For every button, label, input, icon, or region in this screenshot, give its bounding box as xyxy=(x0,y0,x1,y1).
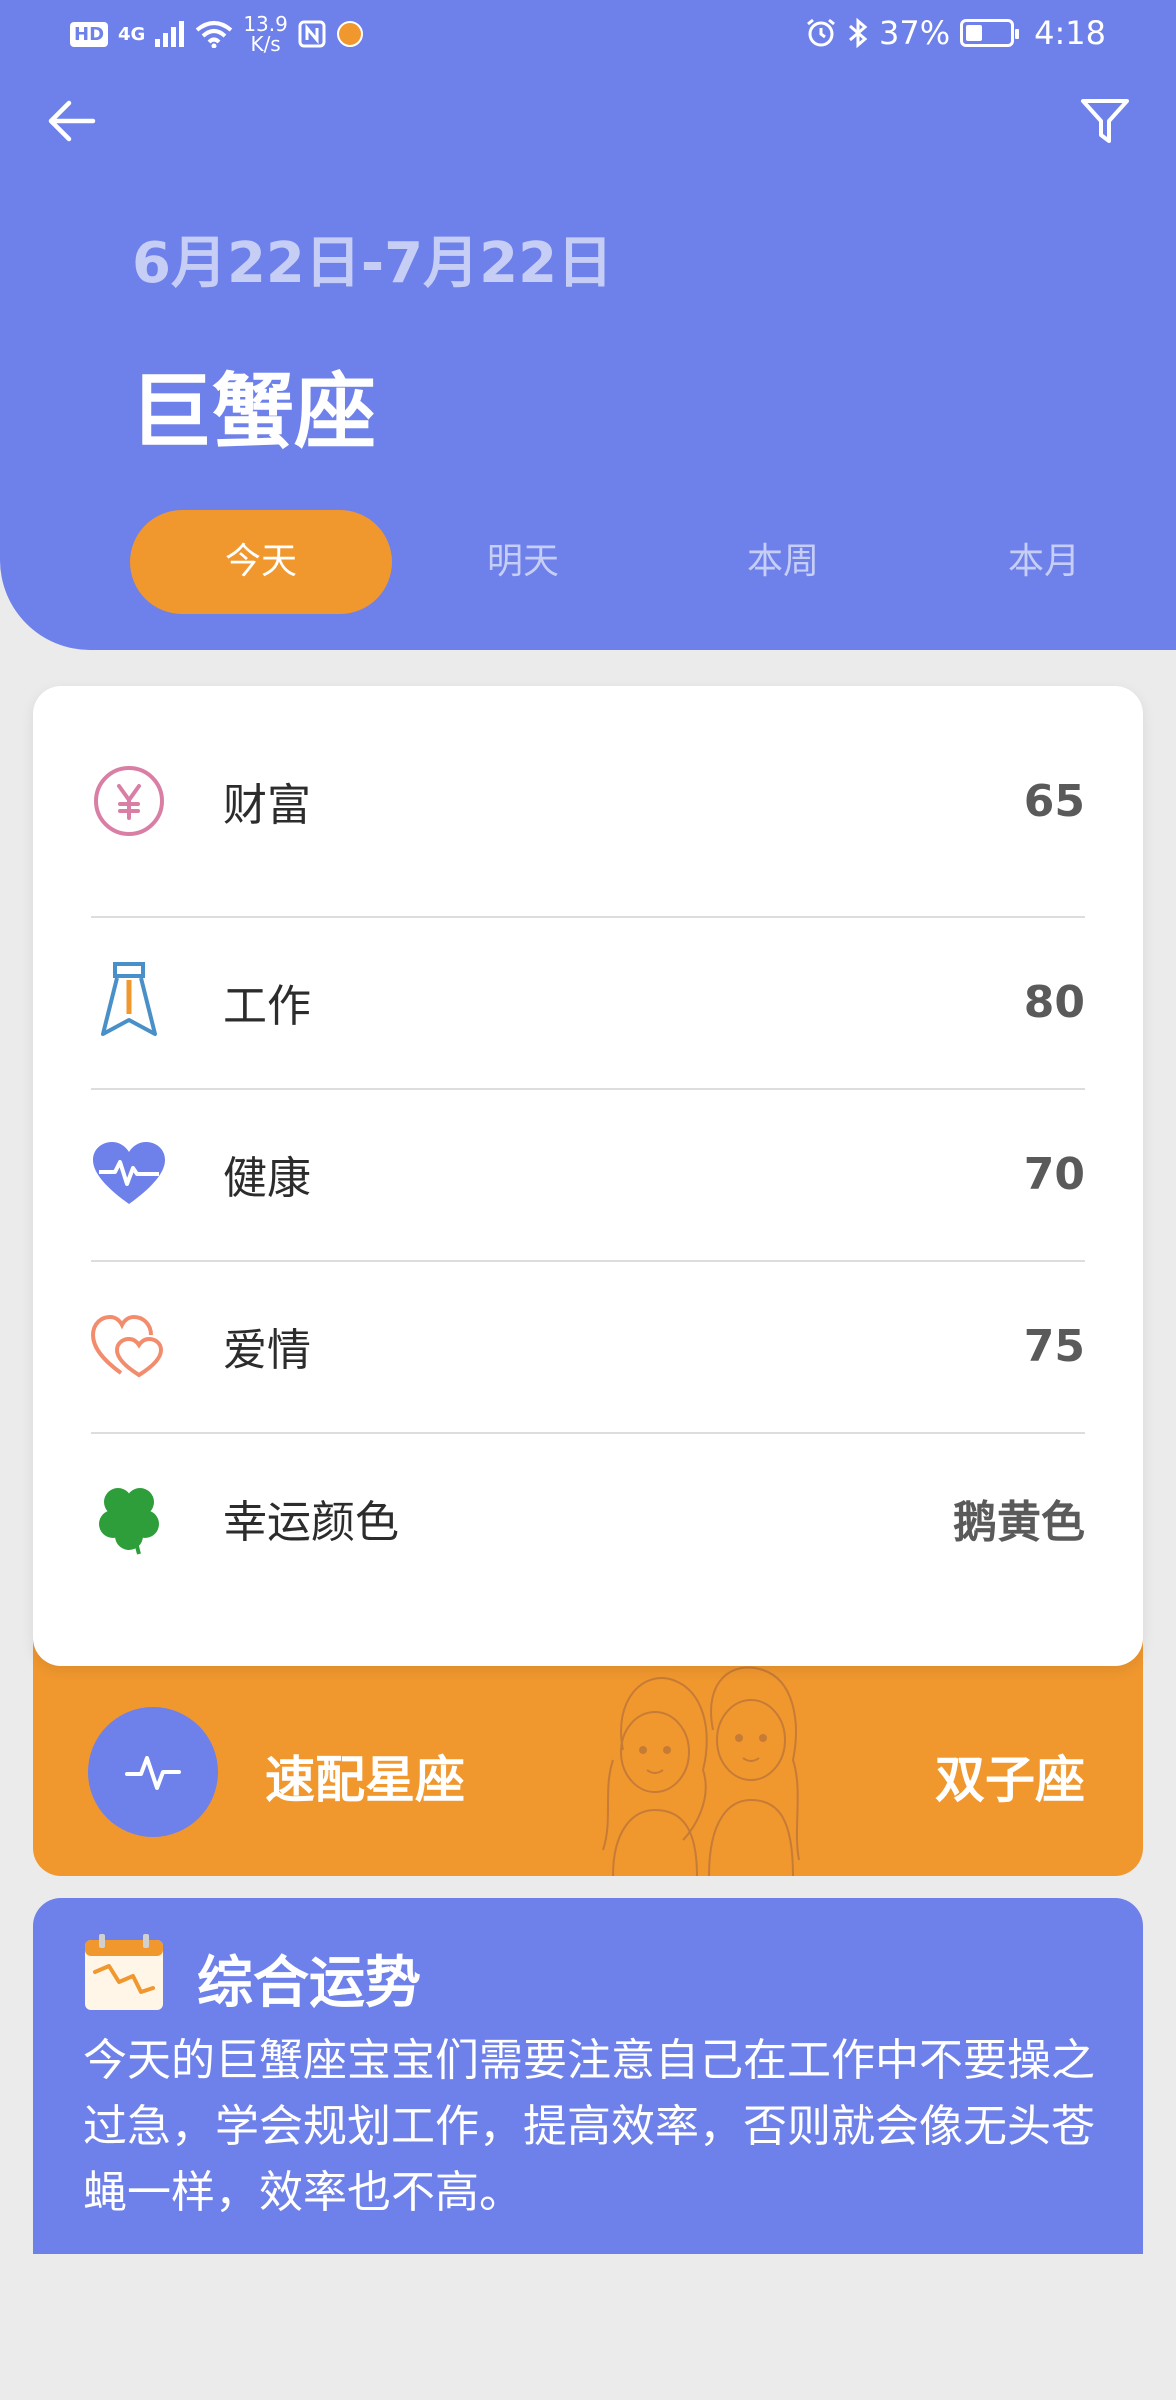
tab-this-week[interactable]: 本周 xyxy=(652,510,914,614)
hd-badge: HD xyxy=(70,21,109,47)
stat-row-lucky-color: 幸运颜色 鹅黄色 xyxy=(91,1432,1085,1604)
period-tabs: 今天 明天 本周 本月 xyxy=(130,510,1130,614)
fortune-text: 今天的巨蟹座宝宝们需要注意自己在工作中不要操之过急，学会规划工作，提高效率，否则… xyxy=(83,2035,1095,2218)
stat-row-work: 工作 80 xyxy=(91,916,1085,1090)
wifi-icon xyxy=(196,21,233,48)
match-sign: 双子座 xyxy=(935,1751,1085,1809)
heartbeat-icon xyxy=(91,1136,167,1212)
tab-today[interactable]: 今天 xyxy=(130,510,392,614)
gemini-girls-illustration xyxy=(573,1660,823,1876)
yen-circle-icon xyxy=(91,763,167,839)
double-heart-icon xyxy=(91,1308,167,1384)
bluetooth-icon xyxy=(849,17,868,49)
network-label: 4G xyxy=(118,23,146,45)
back-arrow-icon xyxy=(48,100,96,142)
status-bar: HD 4G 13.9 K/s 37% 4:18 xyxy=(0,0,1176,70)
fortune-stats-card: 财富 65 工作 80 健康 70 爱情 75 幸运颜色 鹅黄色 xyxy=(33,686,1143,1666)
clover-icon xyxy=(91,1480,167,1556)
back-button[interactable] xyxy=(36,86,106,156)
match-label: 速配星座 xyxy=(265,1751,465,1809)
stat-row-health: 健康 70 xyxy=(91,1088,1085,1262)
nfc-icon xyxy=(298,20,326,48)
stat-label: 爱情 xyxy=(223,1325,311,1376)
fortune-title: 综合运势 xyxy=(197,1951,421,2016)
signal-icon xyxy=(155,21,185,47)
date-range: 6月22日-7月22日 xyxy=(132,231,614,296)
stat-label: 幸运颜色 xyxy=(223,1497,399,1548)
stat-row-love: 爱情 75 xyxy=(91,1260,1085,1434)
tab-this-month[interactable]: 本月 xyxy=(913,510,1175,614)
battery-percent: 37% xyxy=(879,14,951,52)
battery-icon xyxy=(960,19,1020,47)
alarm-icon xyxy=(807,18,835,47)
stat-value: 80 xyxy=(1023,976,1085,1028)
stat-value: 75 xyxy=(1023,1320,1085,1372)
net-speed: 13.9 K/s xyxy=(243,12,288,56)
app-notification-icon xyxy=(336,21,363,47)
necktie-icon xyxy=(91,962,167,1040)
clock: 4:18 xyxy=(1034,14,1106,52)
stat-value: 65 xyxy=(1023,775,1085,827)
pulse-button[interactable] xyxy=(88,1707,218,1837)
pulse-icon xyxy=(125,1756,181,1790)
stat-label: 财富 xyxy=(223,780,311,831)
stat-row-wealth: 财富 65 xyxy=(91,686,1085,918)
stat-label: 健康 xyxy=(223,1153,311,1204)
stat-value: 鹅黄色 xyxy=(953,1497,1085,1548)
filter-button[interactable] xyxy=(1070,86,1140,156)
overall-fortune-card: 综合运势 今天的巨蟹座宝宝们需要注意自己在工作中不要操之过急，学会规划工作，提高… xyxy=(33,1898,1143,2254)
stat-value: 70 xyxy=(1023,1148,1085,1200)
filter-icon xyxy=(1081,99,1129,143)
tab-tomorrow[interactable]: 明天 xyxy=(392,510,654,614)
header: HD 4G 13.9 K/s 37% 4:18 6月22日-7月22日 巨蟹座 … xyxy=(0,0,1176,650)
sign-name: 巨蟹座 xyxy=(130,365,377,460)
stat-label: 工作 xyxy=(223,981,311,1032)
calendar-chart-icon xyxy=(83,1932,165,2016)
